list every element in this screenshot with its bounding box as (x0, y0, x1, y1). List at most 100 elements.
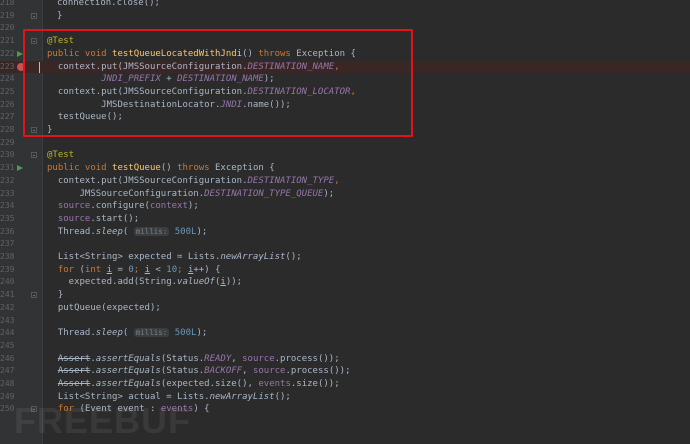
fold-toggle-icon[interactable] (31, 292, 37, 299)
code-token: sleep (95, 328, 123, 339)
line-number: 221 (0, 36, 15, 46)
line-number: 249 (0, 391, 15, 401)
code-line[interactable]: 239 for (int i = 0; i < 10; i++) { (0, 264, 690, 277)
code-token: .process()); (285, 366, 351, 377)
code-line[interactable]: 219} (0, 10, 690, 23)
fold-toggle-icon[interactable] (31, 12, 37, 19)
code-token: assertEquals (95, 366, 161, 377)
code-token: assertEquals (95, 353, 161, 364)
code-line[interactable]: 235 source.start(); (0, 213, 690, 226)
code-token: (); (274, 391, 291, 402)
line-number: 229 (0, 137, 15, 147)
line-number: 228 (0, 125, 15, 134)
code-text: source.configure(context); (47, 200, 199, 213)
code-token: @Test (47, 150, 75, 161)
code-line[interactable]: 242 putQueue(expected); (0, 302, 690, 315)
code-token: () (160, 163, 178, 174)
line-number: 224 (0, 74, 15, 84)
code-token: ); (196, 226, 208, 237)
line-number: 244 (0, 328, 15, 338)
code-text: putQueue(expected); (47, 302, 161, 315)
fold-toggle-icon[interactable] (31, 152, 37, 159)
code-token: .start(); (90, 213, 140, 224)
code-token: (Status. (160, 353, 205, 364)
code-token: source (242, 353, 275, 364)
code-line[interactable]: 243 (0, 315, 690, 328)
code-line[interactable]: 240 expected.add(String.valueOf(i)); (0, 276, 690, 289)
code-token: assertEquals (95, 379, 161, 389)
code-token: int (84, 264, 107, 275)
line-number: 246 (0, 353, 15, 363)
line-number: 236 (0, 226, 15, 236)
line-number: 242 (0, 302, 15, 312)
code-token: public void (47, 163, 113, 174)
code-line[interactable]: 248 Assert.assertEquals(expected.size(),… (0, 378, 690, 391)
code-line[interactable]: 237 (0, 238, 690, 251)
line-number: 230 (0, 150, 15, 160)
code-text: for (int i = 0; i < 10; i++) { (47, 264, 221, 277)
code-text: public void testQueue() throws Exception… (47, 162, 275, 175)
line-number: 220 (0, 23, 15, 33)
code-text: @Test (47, 149, 74, 162)
code-token: DESTINATION_TYPE (247, 175, 335, 186)
watermark-logo: FREEBUF (14, 400, 191, 441)
code-line[interactable]: 245 (0, 340, 690, 353)
code-line[interactable]: 244 Thread.sleep( millis: 500L); (0, 327, 690, 340)
code-line[interactable]: 238 List<String> expected = Lists.newArr… (0, 251, 690, 264)
code-line[interactable]: 234 source.configure(context); (0, 200, 690, 213)
code-text: context.put(JMSSourceConfiguration.DESTI… (47, 175, 340, 188)
code-text: JMSSourceConfiguration.DESTINATION_TYPE_… (47, 188, 335, 201)
code-token: , (334, 175, 340, 186)
code-token: ; (133, 264, 145, 275)
line-number: 245 (0, 340, 15, 350)
code-line[interactable]: 218 connection.close(); (0, 0, 690, 10)
code-editor[interactable]: 218 connection.close(); 219} 220 221 @Test 222… (0, 0, 690, 444)
code-token: .configure( (90, 201, 150, 212)
code-token: ); (187, 201, 199, 212)
run-test-icon[interactable] (17, 165, 23, 172)
line-number: 225 (0, 86, 15, 96)
code-line[interactable]: 229 (0, 137, 690, 150)
code-token: source (57, 201, 91, 212)
code-text: expected.add(String.valueOf(i)); (47, 276, 242, 289)
code-token: (); (285, 252, 302, 262)
code-token: ++) { (193, 264, 221, 275)
line-number: 226 (0, 99, 15, 109)
line-number: 241 (0, 290, 15, 300)
code-token: ; (177, 264, 188, 275)
line-number: 239 (0, 264, 15, 274)
code-token: READY (204, 353, 232, 364)
code-token: } (47, 290, 64, 301)
line-number: 231 (0, 163, 15, 173)
code-token: testQueue (112, 163, 161, 174)
code-token: Exception { (215, 163, 275, 174)
line-number: 237 (0, 239, 15, 249)
line-number: 219 (0, 10, 15, 20)
code-line[interactable]: 246 Assert.assertEquals(Status.READY, so… (0, 353, 690, 366)
code-token: List<String> expected = Lists. (47, 252, 221, 262)
code-line[interactable]: 232 context.put(JMSSourceConfiguration.D… (0, 175, 690, 188)
code-token: Assert (57, 353, 91, 364)
parameter-hint: millis: (133, 226, 170, 236)
line-number: 238 (0, 252, 15, 261)
code-line[interactable]: 233 JMSSourceConfiguration.DESTINATION_T… (0, 188, 690, 201)
code-token: Thread. (47, 328, 96, 339)
code-token: newArrayList (220, 252, 286, 262)
code-token: 10 (166, 264, 178, 275)
code-line[interactable]: 241 } (0, 289, 690, 302)
code-line[interactable]: 231 public void testQueue() throws Except… (0, 162, 690, 175)
code-line[interactable]: 247 Assert.assertEquals(Status.BACKOFF, … (0, 365, 690, 378)
code-token: events (258, 379, 291, 389)
code-token: DESTINATION_TYPE_QUEUE (204, 188, 324, 199)
line-number: 240 (0, 277, 15, 287)
line-number: 232 (0, 175, 15, 185)
code-line[interactable]: 230 @Test (0, 149, 690, 162)
code-line[interactable]: 236 Thread.sleep( millis: 500L); (0, 226, 690, 239)
code-token: for (57, 264, 80, 275)
code-text: Thread.sleep( millis: 500L); (47, 327, 207, 340)
code-text: } (57, 10, 62, 23)
code-token: ); (196, 328, 208, 339)
